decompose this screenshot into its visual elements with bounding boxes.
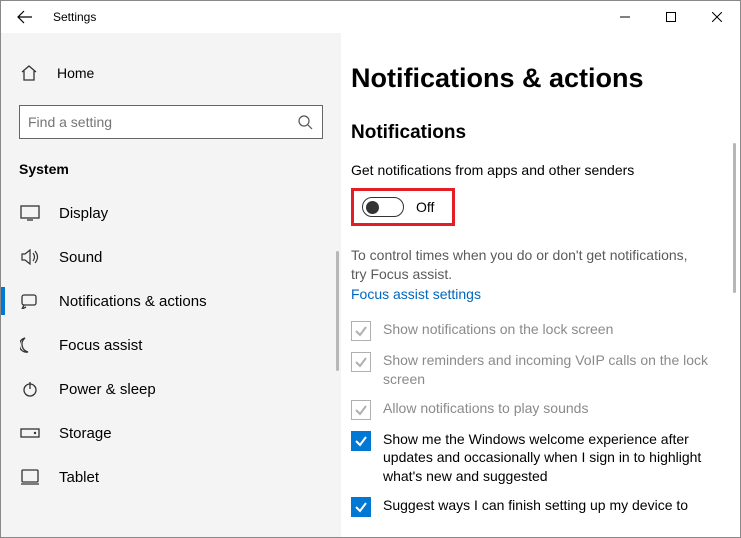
check-icon <box>354 324 368 338</box>
nav-list: Display Sound Notifications & actions Fo… <box>1 191 341 499</box>
nav-item-display[interactable]: Display <box>1 191 341 235</box>
nav-item-power-sleep[interactable]: Power & sleep <box>1 367 341 411</box>
home-icon <box>19 64 39 82</box>
maximize-button[interactable] <box>648 1 694 33</box>
toggle-row: Off <box>362 197 434 217</box>
check-label: Show me the Windows welcome experience a… <box>383 430 711 487</box>
notifications-icon <box>19 293 41 309</box>
check-welcome-experience: Show me the Windows welcome experience a… <box>351 430 711 487</box>
check-icon <box>354 500 368 514</box>
checkbox-finish-setup[interactable] <box>351 497 371 517</box>
display-icon <box>19 205 41 221</box>
nav-label: Storage <box>59 425 112 442</box>
checkbox-welcome-experience[interactable] <box>351 431 371 451</box>
nav-item-sound[interactable]: Sound <box>1 235 341 279</box>
get-notifications-label: Get notifications from apps and other se… <box>351 162 716 178</box>
content-pane: Notifications & actions Notifications Ge… <box>341 33 740 537</box>
arrow-left-icon <box>17 9 33 25</box>
maximize-icon <box>666 12 676 22</box>
close-button[interactable] <box>694 1 740 33</box>
tablet-icon <box>19 469 41 485</box>
nav-label: Tablet <box>59 469 99 486</box>
titlebar: Settings <box>1 1 740 33</box>
nav-label: Power & sleep <box>59 381 156 398</box>
focus-assist-icon <box>19 336 41 354</box>
toggle-state-label: Off <box>416 199 434 215</box>
check-reminders-voip: Show reminders and incoming VoIP calls o… <box>351 351 711 389</box>
check-label: Suggest ways I can finish setting up my … <box>383 496 688 515</box>
settings-window: Settings Home System <box>0 0 741 538</box>
category-heading: System <box>19 161 323 177</box>
nav-item-focus-assist[interactable]: Focus assist <box>1 323 341 367</box>
nav-item-tablet[interactable]: Tablet <box>1 455 341 499</box>
storage-icon <box>19 426 41 440</box>
nav-label: Display <box>59 205 108 222</box>
check-icon <box>354 403 368 417</box>
section-heading: Notifications <box>351 122 716 144</box>
page-title: Notifications & actions <box>351 63 716 94</box>
check-icon <box>354 434 368 448</box>
sound-icon <box>19 249 41 265</box>
check-play-sounds: Allow notifications to play sounds <box>351 399 711 420</box>
content-scrollbar[interactable] <box>733 143 736 293</box>
power-icon <box>19 380 41 398</box>
check-icon <box>354 355 368 369</box>
back-button[interactable] <box>11 3 39 31</box>
search-input[interactable] <box>28 114 296 130</box>
search-box[interactable] <box>19 105 323 139</box>
check-label: Show reminders and incoming VoIP calls o… <box>383 351 711 389</box>
window-title: Settings <box>53 10 96 24</box>
checkbox-play-sounds <box>351 400 371 420</box>
home-label: Home <box>57 65 94 81</box>
nav-item-notifications[interactable]: Notifications & actions <box>1 279 341 323</box>
toggle-knob <box>366 201 379 214</box>
sidebar-scrollbar[interactable] <box>336 251 339 371</box>
check-lock-screen: Show notifications on the lock screen <box>351 320 711 341</box>
check-label: Allow notifications to play sounds <box>383 399 588 418</box>
focus-assist-link[interactable]: Focus assist settings <box>351 286 481 302</box>
check-finish-setup: Suggest ways I can finish setting up my … <box>351 496 711 517</box>
body: Home System Display Sound <box>1 33 740 537</box>
home-button[interactable]: Home <box>19 55 323 91</box>
sidebar: Home System Display Sound <box>1 33 341 537</box>
checkbox-lock-screen <box>351 321 371 341</box>
nav-item-storage[interactable]: Storage <box>1 411 341 455</box>
help-text: To control times when you do or don't ge… <box>351 246 701 284</box>
search-icon <box>296 114 314 130</box>
minimize-icon <box>620 12 630 22</box>
close-icon <box>712 12 722 22</box>
checkbox-reminders-voip <box>351 352 371 372</box>
check-label: Show notifications on the lock screen <box>383 320 613 339</box>
notifications-toggle[interactable] <box>362 197 404 217</box>
nav-label: Focus assist <box>59 337 142 354</box>
nav-label: Notifications & actions <box>59 293 207 310</box>
minimize-button[interactable] <box>602 1 648 33</box>
highlight-box: Off <box>351 188 455 226</box>
nav-label: Sound <box>59 249 102 266</box>
